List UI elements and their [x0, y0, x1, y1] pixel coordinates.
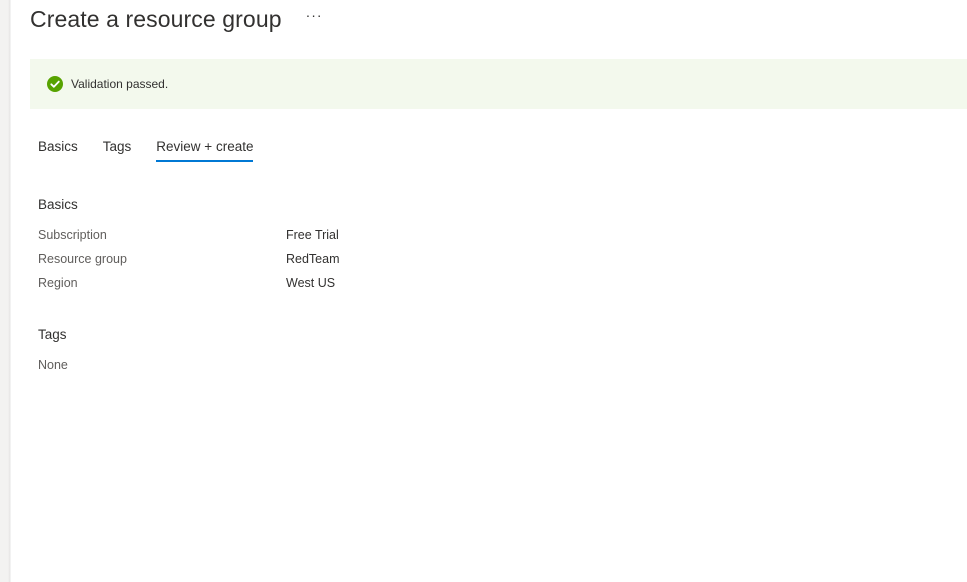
more-options-button[interactable]: ···: [306, 8, 323, 30]
validation-message: Validation passed.: [71, 77, 169, 91]
check-circle-icon: [47, 76, 63, 92]
tab-review-create[interactable]: Review + create: [156, 139, 254, 162]
summary-row-subscription: Subscription Free Trial: [38, 228, 638, 242]
blade-left-edge: [0, 0, 11, 582]
summary-label: Region: [38, 276, 78, 290]
tags-section-heading: Tags: [38, 327, 67, 342]
summary-row-resource-group: Resource group RedTeam: [38, 252, 638, 266]
tab-bar: Basics Tags Review + create: [38, 139, 278, 162]
summary-label: Subscription: [38, 228, 107, 242]
tab-tags[interactable]: Tags: [103, 139, 132, 160]
basics-section-heading: Basics: [38, 197, 78, 212]
page-title: Create a resource group: [30, 6, 282, 32]
tags-value: None: [38, 358, 68, 372]
validation-banner: Validation passed.: [30, 59, 967, 109]
summary-label: Resource group: [38, 252, 127, 266]
summary-value: West US: [286, 276, 336, 290]
summary-value: RedTeam: [286, 252, 340, 266]
create-resource-group-blade: Create a resource group ··· Validation p…: [11, 0, 967, 582]
summary-row-region: Region West US: [38, 276, 638, 290]
summary-value: Free Trial: [286, 228, 339, 242]
tab-basics[interactable]: Basics: [38, 139, 78, 160]
title-row: Create a resource group ···: [30, 4, 323, 34]
